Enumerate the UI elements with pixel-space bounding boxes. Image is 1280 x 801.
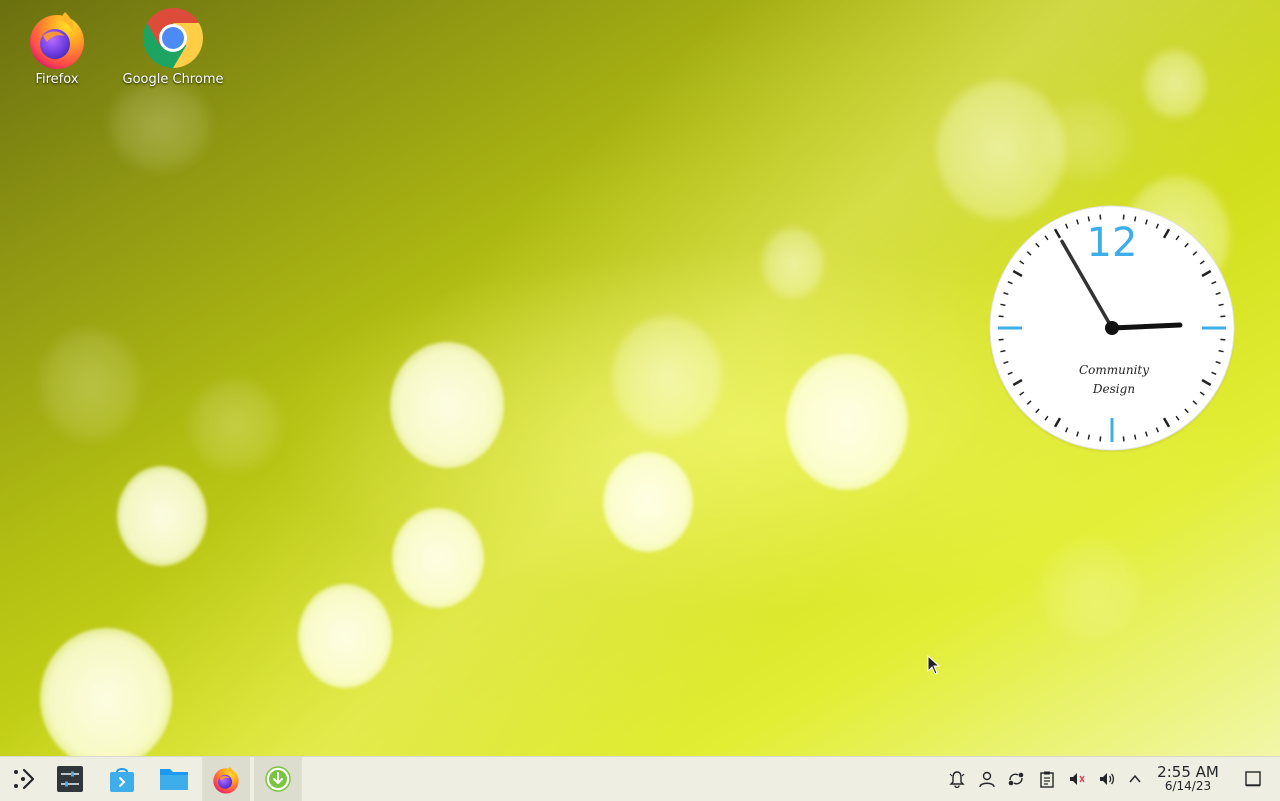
desktop[interactable]: Firefox Google Chrome 12 Community Desig… <box>0 0 1280 756</box>
discover-store-icon <box>110 768 134 792</box>
wallpaper-bokeh <box>1144 50 1206 118</box>
clock-minute-tick <box>998 315 1004 318</box>
user-switch-button[interactable] <box>977 769 997 789</box>
wallpaper-bokeh <box>390 342 504 468</box>
wallpaper-bokeh <box>117 466 207 566</box>
update-download-task-button[interactable] <box>254 757 302 801</box>
clock-minute-tick <box>1000 303 1006 307</box>
user-icon <box>979 771 995 788</box>
show-hidden-icons-button[interactable] <box>1125 769 1145 789</box>
file-manager-button[interactable] <box>150 757 198 801</box>
clock-minute-tick <box>1099 214 1102 220</box>
update-download-icon <box>265 766 291 792</box>
show-desktop-button[interactable] <box>1243 769 1263 789</box>
application-launcher-icon <box>14 768 35 790</box>
digital-clock-time[interactable]: 2:55 AM <box>1150 764 1226 780</box>
clock-hour-hand <box>1109 322 1183 331</box>
kde-connect-button[interactable] <box>1006 769 1026 789</box>
clock-caption-line2: Design <box>1092 382 1135 396</box>
desktop-icon-label: Firefox <box>35 72 79 87</box>
audio-muted-icon <box>1070 773 1085 785</box>
taskbar-panel <box>0 756 1280 801</box>
chevron-up-icon <box>1129 774 1141 783</box>
volume-button[interactable] <box>1097 769 1117 789</box>
kde-connect-icon <box>1008 772 1024 786</box>
clock-minute-tick <box>1099 436 1102 442</box>
clock-minute-tick <box>1122 436 1125 442</box>
wallpaper-bokeh <box>40 628 172 756</box>
wallpaper-bokeh <box>298 584 392 688</box>
desktop-icon-google-chrome[interactable]: Google Chrome <box>118 6 228 87</box>
clock-minute-tick <box>1218 349 1224 353</box>
clock-center-pin <box>1105 321 1119 335</box>
chrome-icon <box>143 7 204 69</box>
wallpaper-bokeh <box>786 354 908 490</box>
clock-minute-tick <box>1000 349 1006 353</box>
wallpaper-bokeh <box>612 316 722 436</box>
wallpaper-bokeh <box>110 80 210 170</box>
clock-minute-tick <box>1122 214 1125 220</box>
notifications-bell-icon <box>949 771 965 788</box>
audio-mute-button[interactable] <box>1067 769 1087 789</box>
system-settings-icon <box>57 766 83 792</box>
wallpaper-bokeh <box>190 380 280 470</box>
clipboard-icon <box>1040 771 1054 788</box>
desktop-icon-label: Google Chrome <box>122 72 224 87</box>
digital-clock-date[interactable]: 6/14/23 <box>1150 780 1226 793</box>
firefox-icon <box>30 12 84 69</box>
clock-minute-tick <box>1133 434 1137 440</box>
system-settings-button[interactable] <box>46 757 94 801</box>
clock-minute-tick <box>1220 315 1226 318</box>
clipboard-button[interactable] <box>1037 769 1057 789</box>
wallpaper-bokeh <box>1040 100 1130 180</box>
clock-minute-tick <box>1220 338 1226 341</box>
analog-clock-widget[interactable]: 12 Community Design <box>988 204 1236 452</box>
firefox-icon <box>213 766 239 794</box>
wallpaper-bokeh <box>1040 540 1140 640</box>
mouse-cursor-icon <box>927 655 941 675</box>
desktop-icon-firefox[interactable]: Firefox <box>2 6 112 87</box>
firefox-task-button[interactable] <box>202 757 250 801</box>
show-desktop-icon <box>1245 771 1261 787</box>
clock-minute-tick <box>1087 434 1091 440</box>
notifications-bell-button[interactable] <box>947 769 967 789</box>
clock-minute-tick <box>1218 303 1224 307</box>
file-manager-icon <box>160 769 188 790</box>
clock-numeral-12: 12 <box>1087 220 1138 266</box>
clock-minute-tick <box>998 338 1004 341</box>
volume-icon <box>1100 773 1115 785</box>
application-launcher-button[interactable] <box>0 757 48 801</box>
wallpaper-bokeh <box>392 508 484 608</box>
wallpaper-bokeh <box>603 452 693 552</box>
wallpaper-bokeh <box>40 330 140 440</box>
clock-caption-line1: Community <box>1079 363 1149 377</box>
discover-store-button[interactable] <box>98 757 146 801</box>
wallpaper-bokeh <box>762 228 824 298</box>
